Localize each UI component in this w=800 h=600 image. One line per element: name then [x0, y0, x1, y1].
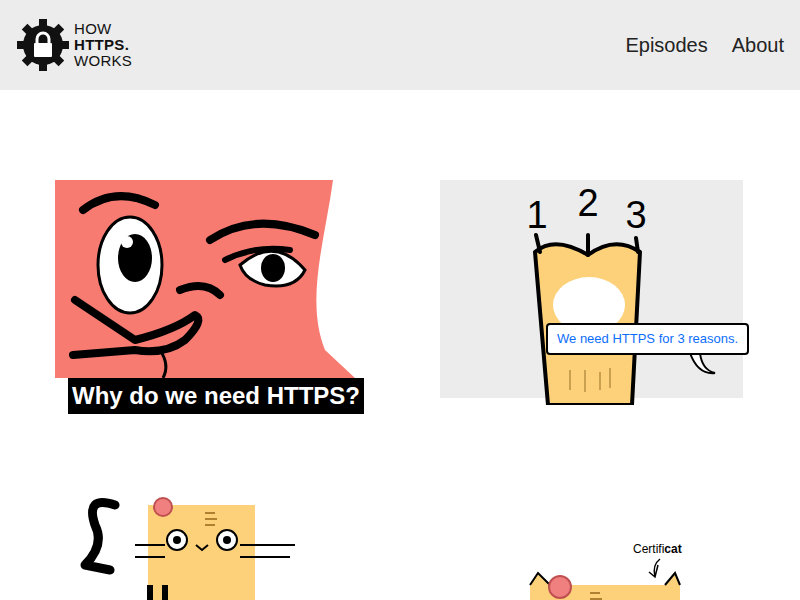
nav-link[interactable]: Episodes [625, 30, 707, 60]
site-header: HOWHTTPS.WORKS Episodes About [0, 0, 800, 90]
episode-tile[interactable]: Certificat [440, 485, 745, 600]
cert-label: Certificat [633, 540, 682, 558]
nav-link[interactable]: About [732, 30, 784, 60]
cert-label-start: Certifi [633, 542, 664, 556]
cert-label-end: cat [664, 542, 681, 556]
episode-tile[interactable]: 123We need HTTPS for 3 reasons. [440, 180, 745, 405]
episode-title[interactable]: Why do we need HTTPS? [68, 378, 364, 414]
site-logo[interactable]: HOWHTTPS.WORKS [16, 18, 132, 72]
episode-tile[interactable]: Why do we need HTTPS? [55, 180, 360, 405]
logo-line: WORKS [74, 53, 132, 69]
speech-bubble: We need HTTPS for 3 reasons. [546, 323, 749, 355]
bubble-tail-icon [440, 180, 745, 405]
cat-illustration [55, 485, 360, 600]
paw-number: 1 [526, 194, 547, 236]
thinking-face-illustration [55, 180, 360, 405]
main-nav: Episodes About [625, 30, 784, 60]
logo-line: HTTPS. [74, 37, 132, 53]
logo-line: HOW [74, 21, 132, 37]
cert-cat-illustration [440, 485, 745, 600]
episode-grid: Why do we need HTTPS?123We need HTTPS fo… [0, 90, 800, 600]
gear-lock-icon [16, 18, 70, 72]
paw-illustration: 123 [440, 180, 745, 405]
paw-number: 2 [577, 182, 598, 224]
logo-text: HOWHTTPS.WORKS [74, 21, 132, 69]
episode-tile[interactable] [55, 485, 360, 600]
paw-number: 3 [625, 194, 646, 236]
